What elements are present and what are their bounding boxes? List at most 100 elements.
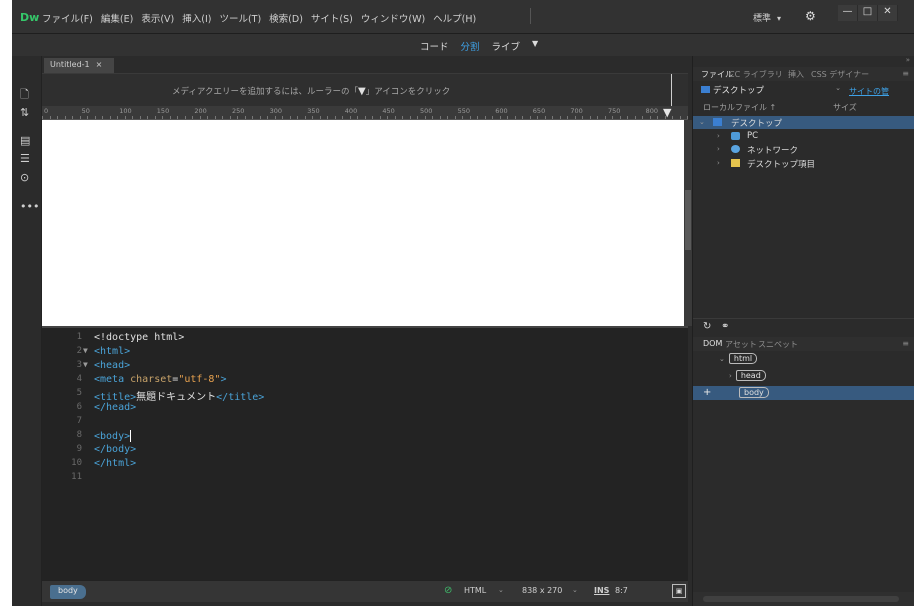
language-selector[interactable]: HTML: [464, 586, 486, 595]
menu-item[interactable]: 検索(D): [269, 11, 303, 25]
panel-menu-icon[interactable]: ≡: [902, 69, 909, 78]
dom-tag-head[interactable]: head: [735, 370, 766, 381]
dom-node[interactable]: › head: [729, 370, 766, 383]
menu-item[interactable]: ツール(T): [219, 11, 261, 25]
files-panel-tab[interactable]: 挿入: [788, 69, 804, 80]
code-line[interactable]: 2 ▼ <html>: [42, 346, 688, 360]
files-panel-tab[interactable]: CSS デザイナー: [811, 69, 869, 80]
line-number: 8: [76, 430, 82, 440]
site-selector[interactable]: デスクトップ ⌄: [701, 84, 841, 98]
dom-tag-html[interactable]: html: [728, 353, 758, 364]
code-line[interactable]: 9 </body>: [42, 444, 688, 458]
tag-selector-body[interactable]: body: [50, 585, 86, 599]
code-line[interactable]: 1 <!doctype html>: [42, 332, 688, 346]
horizontal-ruler[interactable]: ▼ 0 50 100 150 200 250 300 350 400 450 500 550 600 65…: [42, 106, 688, 120]
menu-item[interactable]: サイト(S): [311, 11, 353, 25]
code-line[interactable]: 8 <body>: [42, 430, 688, 444]
ruler-tick: [402, 116, 403, 119]
manage-sites-link[interactable]: サイトの管: [849, 86, 889, 97]
open-documents-icon[interactable]: 🗋: [20, 86, 29, 105]
local-files-column[interactable]: ローカルファイル ↑: [703, 102, 776, 113]
ruler-tick: [597, 116, 598, 119]
code-line[interactable]: 6 </head>: [42, 402, 688, 416]
file-management-icon[interactable]: ⇅: [20, 106, 29, 119]
document-tab[interactable]: Untitled-1 ×: [44, 58, 114, 73]
scrollbar-thumb[interactable]: [685, 190, 691, 250]
view-tab[interactable]: コード: [420, 39, 449, 53]
sync-settings-icon[interactable]: ⚙: [805, 9, 816, 23]
ruler-tick: [267, 116, 268, 119]
live-view-canvas[interactable]: [42, 120, 684, 326]
dom-node[interactable]: body: [739, 387, 769, 400]
file-tree-item[interactable]: › ネットワーク: [693, 143, 914, 156]
workspace-switcher[interactable]: 標準 ▾: [753, 11, 781, 24]
maximize-button[interactable]: □: [858, 5, 878, 21]
dom-panel-tab[interactable]: DOM: [703, 339, 722, 348]
ruler-tick: [252, 116, 253, 119]
add-element-icon[interactable]: +: [703, 387, 711, 398]
inspect-icon[interactable]: ⊙: [20, 171, 29, 184]
files-panel-tab[interactable]: CC ライブラリ: [729, 69, 783, 80]
chevron-right-icon[interactable]: ›: [729, 372, 732, 380]
linting-ok-icon[interactable]: ⊘: [444, 585, 452, 596]
live-code-icon[interactable]: ▤: [20, 134, 30, 147]
canvas-scrollbar[interactable]: [684, 120, 692, 326]
chevron-right-icon[interactable]: ›: [717, 132, 720, 140]
insert-mode[interactable]: INS: [594, 586, 609, 595]
file-tree-item[interactable]: ⌄ デスクトップ: [693, 116, 914, 129]
chevron-right-icon[interactable]: ›: [717, 145, 720, 153]
chevron-down-icon[interactable]: ⌄: [699, 118, 705, 126]
window-size[interactable]: 838 x 270: [522, 586, 562, 595]
chevron-right-icon[interactable]: ›: [717, 159, 720, 167]
format-source-icon[interactable]: ☰: [20, 152, 30, 165]
chevron-down-icon[interactable]: ▼: [532, 39, 538, 53]
code-line[interactable]: 5 <title>無題ドキュメント</title>: [42, 388, 688, 403]
menu-item[interactable]: ヘルプ(H): [433, 11, 476, 25]
ruler-tick: [372, 116, 373, 119]
realtime-preview-icon[interactable]: ▣: [672, 584, 686, 598]
ruler-tick: [94, 116, 96, 119]
menu-item[interactable]: 編集(E): [101, 11, 133, 25]
refresh-icon[interactable]: ↻: [703, 321, 711, 332]
chevron-down-icon[interactable]: ⌄: [719, 355, 725, 363]
dom-node[interactable]: ⌄ html: [719, 353, 758, 366]
close-tab-icon[interactable]: ×: [96, 60, 103, 69]
more-tools-icon[interactable]: •••: [20, 200, 39, 213]
dom-tag-body[interactable]: body: [739, 387, 769, 398]
menu-item[interactable]: ウィンドウ(W): [361, 11, 425, 25]
dom-panel-tabs: ≡ DOM アセット スニペット: [693, 337, 914, 351]
file-tree-item[interactable]: › デスクトップ項目: [693, 157, 914, 170]
close-button[interactable]: ✕: [878, 5, 898, 21]
folder-icon: [731, 158, 740, 167]
view-tab[interactable]: ライブ: [492, 39, 521, 53]
code-line[interactable]: 3 ▼ <head>: [42, 360, 688, 374]
collapse-panels-icon[interactable]: »: [906, 56, 910, 64]
view-tab[interactable]: 分割: [461, 39, 480, 53]
size-column[interactable]: サイズ: [833, 102, 857, 113]
code-line[interactable]: 7: [42, 416, 688, 430]
ruler-tick: [259, 116, 261, 119]
ruler-label: 500: [420, 107, 433, 115]
ruler-tick: [582, 116, 583, 119]
ruler-label: 600: [495, 107, 508, 115]
menu-item[interactable]: 挿入(I): [182, 11, 211, 25]
code-view[interactable]: 1 <!doctype html> 2 ▼ <html> 3 ▼ <head> 4 <meta c…: [42, 326, 688, 580]
ruler-label: 100: [119, 107, 132, 115]
code-line[interactable]: 10 </html>: [42, 458, 688, 472]
file-tree-item[interactable]: › PC: [693, 130, 914, 143]
panel-scrollbar[interactable]: [693, 592, 914, 606]
desktop-icon: [713, 118, 722, 126]
scrollbar-track[interactable]: [703, 596, 899, 602]
fold-icon[interactable]: ▼: [83, 360, 88, 369]
code-line[interactable]: 4 <meta charset="utf-8">: [42, 374, 688, 388]
panel-menu-icon[interactable]: ≡: [902, 339, 909, 348]
dom-panel-tab[interactable]: アセット: [725, 339, 757, 350]
ruler-tick: [237, 116, 238, 119]
connect-icon[interactable]: ⚭: [721, 321, 729, 332]
menu-item[interactable]: 表示(V): [141, 11, 174, 25]
dom-panel-tab[interactable]: スニペット: [758, 339, 798, 350]
minimize-button[interactable]: —: [838, 5, 858, 21]
code-line[interactable]: 11: [42, 472, 688, 486]
fold-icon[interactable]: ▼: [83, 346, 88, 355]
menu-item[interactable]: ファイル(F): [42, 11, 93, 25]
